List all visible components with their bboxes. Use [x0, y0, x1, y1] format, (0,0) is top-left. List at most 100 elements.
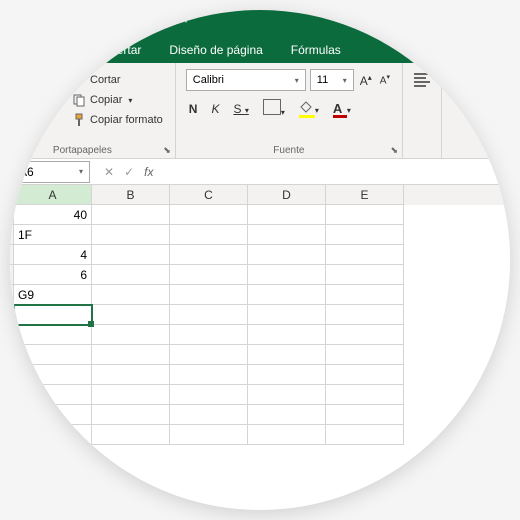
tab-diseno[interactable]: Diseño de página: [155, 37, 276, 63]
ribbon-tabs: vo Inicio Insertar Diseño de página Fórm…: [10, 35, 510, 63]
cell-E7[interactable]: [326, 325, 404, 345]
font-color-button[interactable]: A▾: [330, 99, 354, 118]
cell-D2[interactable]: [248, 225, 326, 245]
shrink-font-button[interactable]: A▾: [378, 71, 392, 88]
font-size-select[interactable]: 11▾: [310, 69, 354, 91]
font-size-value: 11: [317, 74, 328, 86]
paste-dropdown-icon[interactable]: ▾: [37, 117, 41, 126]
cell-E8[interactable]: [326, 345, 404, 365]
undo-icon[interactable]: [160, 10, 180, 30]
cell-B6[interactable]: [92, 305, 170, 325]
align-button[interactable]: [411, 71, 433, 89]
cell-C1[interactable]: [170, 205, 248, 225]
cell-E2[interactable]: [326, 225, 404, 245]
cell-D3[interactable]: [248, 245, 326, 265]
cell-A8[interactable]: [14, 345, 92, 365]
tab-insertar[interactable]: Insertar: [87, 37, 156, 63]
cancel-formula-button[interactable]: ✕: [104, 165, 114, 179]
cell-D6[interactable]: [248, 305, 326, 325]
cell-A3[interactable]: 4: [14, 245, 92, 265]
cell-D1[interactable]: [248, 205, 326, 225]
font-color-icon: A: [333, 101, 347, 115]
clipboard-launcher-icon[interactable]: ⬊: [163, 145, 171, 156]
format-painter-button[interactable]: Copiar formato: [68, 111, 167, 129]
cell-B9[interactable]: [92, 365, 170, 385]
copy-button[interactable]: Copiar▾: [68, 91, 167, 109]
formula-input[interactable]: [163, 161, 510, 183]
cell-C2[interactable]: [170, 225, 248, 245]
paste-button[interactable]: Pegar ▾: [16, 67, 62, 129]
cell-B4[interactable]: [92, 265, 170, 285]
column-header-E[interactable]: E: [326, 185, 404, 205]
cell-A4[interactable]: 6: [14, 265, 92, 285]
font-name-select[interactable]: Calibri▾: [186, 69, 306, 91]
cell-E11[interactable]: [326, 405, 404, 425]
cell-B10[interactable]: [92, 385, 170, 405]
cell-C8[interactable]: [170, 345, 248, 365]
cell-A11[interactable]: [14, 405, 92, 425]
cell-C6[interactable]: [170, 305, 248, 325]
fx-icon[interactable]: fx: [144, 165, 153, 179]
cell-A12[interactable]: [14, 425, 92, 445]
cell-A5[interactable]: G9: [14, 285, 92, 305]
grow-font-button[interactable]: A▴: [358, 71, 374, 90]
cell-E12[interactable]: [326, 425, 404, 445]
border-button[interactable]: ▾: [260, 97, 288, 120]
cell-C7[interactable]: [170, 325, 248, 345]
confirm-formula-button[interactable]: ✓: [124, 165, 134, 179]
cell-E5[interactable]: [326, 285, 404, 305]
cell-B7[interactable]: [92, 325, 170, 345]
cell-B12[interactable]: [92, 425, 170, 445]
cell-E4[interactable]: [326, 265, 404, 285]
cell-D11[interactable]: [248, 405, 326, 425]
italic-button[interactable]: K: [208, 100, 222, 118]
cell-B3[interactable]: [92, 245, 170, 265]
fill-color-button[interactable]: ▾: [296, 99, 322, 118]
cell-A2[interactable]: 1F: [14, 225, 92, 245]
cell-E10[interactable]: [326, 385, 404, 405]
cell-B8[interactable]: [92, 345, 170, 365]
cell-A6[interactable]: [14, 305, 92, 325]
cell-D12[interactable]: [248, 425, 326, 445]
cell-A10[interactable]: [14, 385, 92, 405]
cell-C12[interactable]: [170, 425, 248, 445]
cell-C10[interactable]: [170, 385, 248, 405]
cell-C3[interactable]: [170, 245, 248, 265]
cell-D7[interactable]: [248, 325, 326, 345]
cell-C11[interactable]: [170, 405, 248, 425]
column-header-B[interactable]: B: [92, 185, 170, 205]
bold-button[interactable]: N: [186, 100, 201, 118]
qat-dropdown-icon[interactable]: ▾: [184, 16, 196, 25]
underline-button[interactable]: S ▾: [230, 100, 251, 118]
cell-E1[interactable]: [326, 205, 404, 225]
column-header-C[interactable]: C: [170, 185, 248, 205]
font-launcher-icon[interactable]: ⬊: [390, 145, 398, 156]
cell-C5[interactable]: [170, 285, 248, 305]
cell-B5[interactable]: [92, 285, 170, 305]
tab-inicio[interactable]: Inicio: [31, 37, 87, 63]
name-box[interactable]: A6▾: [12, 161, 90, 183]
column-header-D[interactable]: D: [248, 185, 326, 205]
cell-D10[interactable]: [248, 385, 326, 405]
tab-archivo[interactable]: vo: [10, 37, 31, 63]
cell-B11[interactable]: [92, 405, 170, 425]
cell-E6[interactable]: [326, 305, 404, 325]
formula-bar: A6▾ ✕ ✓ fx: [10, 159, 510, 185]
column-header-A[interactable]: A: [14, 185, 92, 205]
cell-D5[interactable]: [248, 285, 326, 305]
cell-D8[interactable]: [248, 345, 326, 365]
cell-C9[interactable]: [170, 365, 248, 385]
brush-icon: [72, 113, 86, 127]
cell-E9[interactable]: [326, 365, 404, 385]
cell-C4[interactable]: [170, 265, 248, 285]
cell-D9[interactable]: [248, 365, 326, 385]
cell-D4[interactable]: [248, 265, 326, 285]
tab-formulas[interactable]: Fórmulas: [277, 37, 355, 63]
cell-A1[interactable]: 40: [14, 205, 92, 225]
cell-B2[interactable]: [92, 225, 170, 245]
cell-B1[interactable]: [92, 205, 170, 225]
cell-E3[interactable]: [326, 245, 404, 265]
cut-button[interactable]: ✂Cortar: [68, 71, 167, 89]
cell-A7[interactable]: [14, 325, 92, 345]
cell-A9[interactable]: [14, 365, 92, 385]
